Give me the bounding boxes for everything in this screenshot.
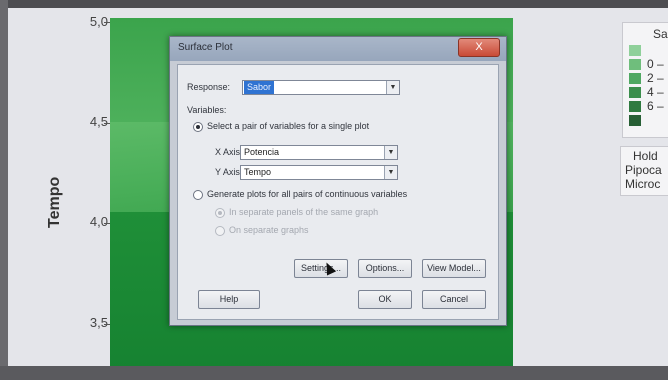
- response-value: Sabor: [244, 81, 275, 94]
- monitor-screen: 5,0 4,5 4,0 3,5 Tempo Sab 0 – 2 – 4 – 6 …: [0, 0, 668, 380]
- y-axis-field-label: Y Axis:: [215, 167, 243, 177]
- radio-single-plot[interactable]: [193, 122, 203, 132]
- radio-same-graph-label: In separate panels of the same graph: [229, 207, 379, 217]
- chevron-down-icon: ▼: [386, 81, 399, 94]
- legend-swatch: [629, 59, 641, 70]
- screen-bezel-bottom: [0, 366, 668, 380]
- legend-title: Sab: [653, 27, 668, 41]
- dialog-titlebar[interactable]: Surface Plot X: [170, 37, 506, 61]
- hold-values-title: Hold: [633, 149, 658, 163]
- legend-label: 2 –: [647, 71, 664, 85]
- cancel-button[interactable]: Cancel: [422, 290, 486, 309]
- x-axis-value: Potencia: [244, 147, 280, 157]
- legend-label: 0 –: [647, 57, 664, 71]
- radio-single-plot-label[interactable]: Select a pair of variables for a single …: [207, 121, 369, 131]
- screen-bezel-top: [0, 0, 668, 8]
- y-tick-label: 4,0: [89, 214, 108, 229]
- y-axis-dropdown[interactable]: Tempo ▼: [240, 165, 398, 180]
- radio-all-pairs[interactable]: [193, 190, 203, 200]
- x-axis-dropdown[interactable]: Potencia ▼: [240, 145, 398, 160]
- legend-swatch: [629, 115, 641, 126]
- legend: Sab 0 – 2 – 4 – 6 –: [622, 22, 668, 138]
- dialog-title: Surface Plot: [178, 42, 233, 53]
- legend-swatch: [629, 101, 641, 112]
- view-model-button[interactable]: View Model...: [422, 259, 486, 278]
- radio-all-pairs-label[interactable]: Generate plots for all pairs of continuo…: [207, 189, 407, 199]
- hold-value-line: Microc: [625, 177, 661, 191]
- y-axis-value: Tempo: [244, 167, 272, 177]
- y-axis-label: Tempo: [46, 176, 63, 228]
- close-button[interactable]: X: [458, 38, 500, 57]
- x-axis-label: X Axis:: [215, 147, 243, 157]
- variables-label: Variables:: [187, 105, 227, 115]
- radio-same-graph[interactable]: [215, 208, 225, 218]
- y-tick-label: 4,5: [89, 114, 108, 129]
- ok-button[interactable]: OK: [358, 290, 412, 309]
- legend-swatch: [629, 45, 641, 56]
- surface-plot-dialog: Surface Plot X Response: Sabor ▼ Variabl…: [169, 36, 507, 326]
- settings-button[interactable]: Settings...: [294, 259, 348, 278]
- radio-separate-graphs[interactable]: [215, 226, 225, 236]
- legend-label: 6 –: [647, 99, 664, 113]
- response-dropdown[interactable]: Sabor ▼: [242, 80, 400, 95]
- legend-swatch: [629, 87, 641, 98]
- legend-label: 4 –: [647, 85, 664, 99]
- help-button[interactable]: Help: [198, 290, 260, 309]
- options-button[interactable]: Options...: [358, 259, 412, 278]
- dialog-body: Response: Sabor ▼ Variables: Select a pa…: [177, 64, 499, 320]
- radio-separate-graphs-label: On separate graphs: [229, 225, 309, 235]
- legend-swatch: [629, 73, 641, 84]
- screen-bezel-left: [0, 0, 8, 380]
- y-tick-label: 3,5: [89, 315, 108, 330]
- hold-value-line: Pipoca: [625, 163, 662, 177]
- hold-values-box: Hold Pipoca Microc: [620, 146, 668, 196]
- chevron-down-icon: ▼: [384, 166, 397, 179]
- chevron-down-icon: ▼: [384, 146, 397, 159]
- response-label: Response:: [187, 82, 231, 92]
